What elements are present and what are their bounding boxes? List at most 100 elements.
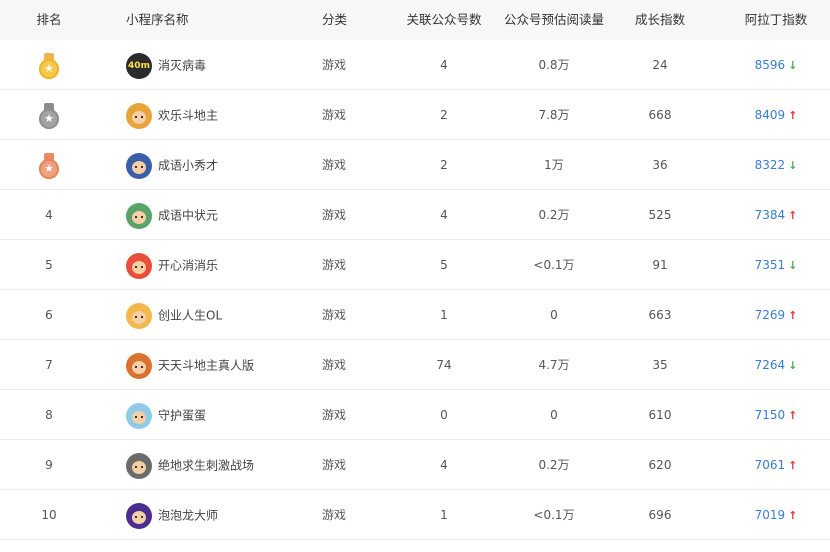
miniprogram-name-cell[interactable]: 欢乐斗地主	[126, 90, 306, 139]
table-row[interactable]: 10 泡泡龙大师 游戏 1 <0.1万 696 7019 ↑	[0, 490, 830, 540]
reads-cell: 0.2万	[538, 458, 570, 472]
category-cell: 游戏	[322, 108, 347, 122]
miniprogram-name[interactable]: 欢乐斗地主	[158, 109, 218, 123]
miniprogram-avatar[interactable]	[126, 252, 152, 279]
miniprogram-avatar[interactable]	[126, 352, 152, 379]
accounts-cell: 4	[440, 208, 448, 222]
miniprogram-name-cell[interactable]: 开心消消乐	[126, 240, 306, 289]
growth-cell: 24	[652, 58, 668, 72]
trend-down-icon: ↓	[788, 159, 798, 172]
miniprogram-name-cell[interactable]: 天天斗地主真人版	[126, 340, 306, 389]
miniprogram-name[interactable]: 绝地求生刺激战场	[158, 459, 254, 473]
miniprogram-name-cell[interactable]: 创业人生OL	[126, 290, 306, 339]
miniprogram-avatar[interactable]	[126, 402, 152, 429]
accounts-cell: 1	[440, 308, 448, 322]
category-cell: 游戏	[322, 358, 347, 372]
header-name[interactable]: 小程序名称	[126, 0, 306, 40]
miniprogram-avatar[interactable]	[126, 502, 152, 529]
miniprogram-name[interactable]: 开心消消乐	[158, 259, 218, 273]
table-row[interactable]: 9 绝地求生刺激战场 游戏 4 0.2万 620 7061 ↑	[0, 440, 830, 490]
header-growth[interactable]: 成长指数	[610, 0, 710, 40]
growth-cell: 620	[648, 458, 672, 472]
category-cell: 游戏	[322, 58, 347, 72]
miniprogram-name-cell[interactable]: 成语中状元	[126, 190, 306, 239]
rank-number: 10	[41, 508, 57, 522]
ranking-table: 排名 小程序名称 分类 关联公众号数 公众号预估阅读量 成长指数 阿拉丁指数 ★…	[0, 0, 830, 540]
header-aladdin[interactable]: 阿拉丁指数	[726, 0, 826, 40]
aladdin-cell: 7351 ↓	[726, 240, 826, 289]
aladdin-cell: 8409 ↑	[726, 90, 826, 139]
gold-medal-icon: ★	[39, 52, 59, 79]
miniprogram-avatar[interactable]	[126, 152, 152, 179]
miniprogram-avatar[interactable]	[126, 302, 152, 329]
growth-cell: 696	[648, 508, 672, 522]
table-row[interactable]: 6 创业人生OL 游戏 1 0 663 7269 ↑	[0, 290, 830, 340]
aladdin-value: 8322	[754, 158, 786, 172]
rank-cell: 6	[0, 290, 98, 339]
table-row[interactable]: 4 成语中状元 游戏 4 0.2万 525 7384 ↑	[0, 190, 830, 240]
header-category[interactable]: 分类	[322, 0, 382, 40]
trend-up-icon: ↑	[788, 509, 798, 522]
table-row[interactable]: ★ 欢乐斗地主 游戏 2 7.8万 668 8409 ↑	[0, 90, 830, 140]
aladdin-value: 7351	[754, 258, 786, 272]
table-row[interactable]: 5 开心消消乐 游戏 5 <0.1万 91 7351 ↓	[0, 240, 830, 290]
category-cell: 游戏	[322, 158, 347, 172]
accounts-cell: 4	[440, 58, 448, 72]
accounts-cell: 74	[436, 358, 452, 372]
table-row[interactable]: ★ 40m 消灭病毒 游戏 4 0.8万 24 8596 ↓	[0, 40, 830, 90]
rank-number: 7	[45, 358, 53, 372]
bronze-medal-icon: ★	[39, 152, 59, 179]
accounts-cell: 0	[440, 408, 448, 422]
accounts-cell: 1	[440, 508, 448, 522]
header-reads[interactable]: 公众号预估阅读量	[494, 0, 614, 40]
miniprogram-avatar[interactable]	[126, 102, 152, 129]
header-rank[interactable]: 排名	[0, 0, 98, 40]
accounts-cell: 5	[440, 258, 448, 272]
trend-up-icon: ↑	[788, 459, 798, 472]
miniprogram-name[interactable]: 成语小秀才	[158, 159, 218, 173]
table-row[interactable]: 7 天天斗地主真人版 游戏 74 4.7万 35 7264 ↓	[0, 340, 830, 390]
miniprogram-name[interactable]: 消灭病毒	[158, 59, 206, 73]
trend-up-icon: ↑	[788, 409, 798, 422]
trend-down-icon: ↓	[788, 359, 798, 372]
aladdin-cell: 7019 ↑	[726, 490, 826, 539]
accounts-cell: 2	[440, 158, 448, 172]
header-accounts[interactable]: 关联公众号数	[394, 0, 494, 40]
reads-cell: <0.1万	[533, 508, 575, 522]
aladdin-value: 8409	[754, 108, 786, 122]
growth-cell: 91	[652, 258, 668, 272]
category-cell: 游戏	[322, 508, 347, 522]
category-cell: 游戏	[322, 308, 347, 322]
miniprogram-name[interactable]: 成语中状元	[158, 209, 218, 223]
miniprogram-name-cell[interactable]: 守护蛋蛋	[126, 390, 306, 439]
growth-cell: 36	[652, 158, 668, 172]
growth-cell: 668	[648, 108, 672, 122]
table-header: 排名 小程序名称 分类 关联公众号数 公众号预估阅读量 成长指数 阿拉丁指数	[0, 0, 830, 40]
avatar-label: 40m	[128, 60, 150, 71]
reads-cell: 7.8万	[538, 108, 570, 122]
table-row[interactable]: 8 守护蛋蛋 游戏 0 0 610 7150 ↑	[0, 390, 830, 440]
miniprogram-name[interactable]: 天天斗地主真人版	[158, 359, 254, 373]
miniprogram-avatar[interactable]	[126, 202, 152, 229]
rank-cell: ★	[0, 40, 98, 89]
aladdin-value: 7269	[754, 308, 786, 322]
miniprogram-name-cell[interactable]: 泡泡龙大师	[126, 490, 306, 539]
reads-cell: 1万	[544, 158, 564, 172]
miniprogram-name-cell[interactable]: 成语小秀才	[126, 140, 306, 189]
miniprogram-name[interactable]: 创业人生OL	[158, 309, 222, 323]
rank-cell: ★	[0, 140, 98, 189]
miniprogram-name[interactable]: 守护蛋蛋	[158, 409, 206, 423]
miniprogram-avatar[interactable]	[126, 452, 152, 479]
miniprogram-name-cell[interactable]: 绝地求生刺激战场	[126, 440, 306, 489]
trend-up-icon: ↑	[788, 209, 798, 222]
category-cell: 游戏	[322, 258, 347, 272]
aladdin-value: 8596	[754, 58, 786, 72]
miniprogram-avatar[interactable]: 40m	[126, 52, 152, 79]
rank-cell: 5	[0, 240, 98, 289]
aladdin-cell: 7061 ↑	[726, 440, 826, 489]
growth-cell: 610	[648, 408, 672, 422]
table-row[interactable]: ★ 成语小秀才 游戏 2 1万 36 8322 ↓	[0, 140, 830, 190]
trend-up-icon: ↑	[788, 109, 798, 122]
miniprogram-name[interactable]: 泡泡龙大师	[158, 509, 218, 523]
miniprogram-name-cell[interactable]: 40m 消灭病毒	[126, 40, 306, 89]
